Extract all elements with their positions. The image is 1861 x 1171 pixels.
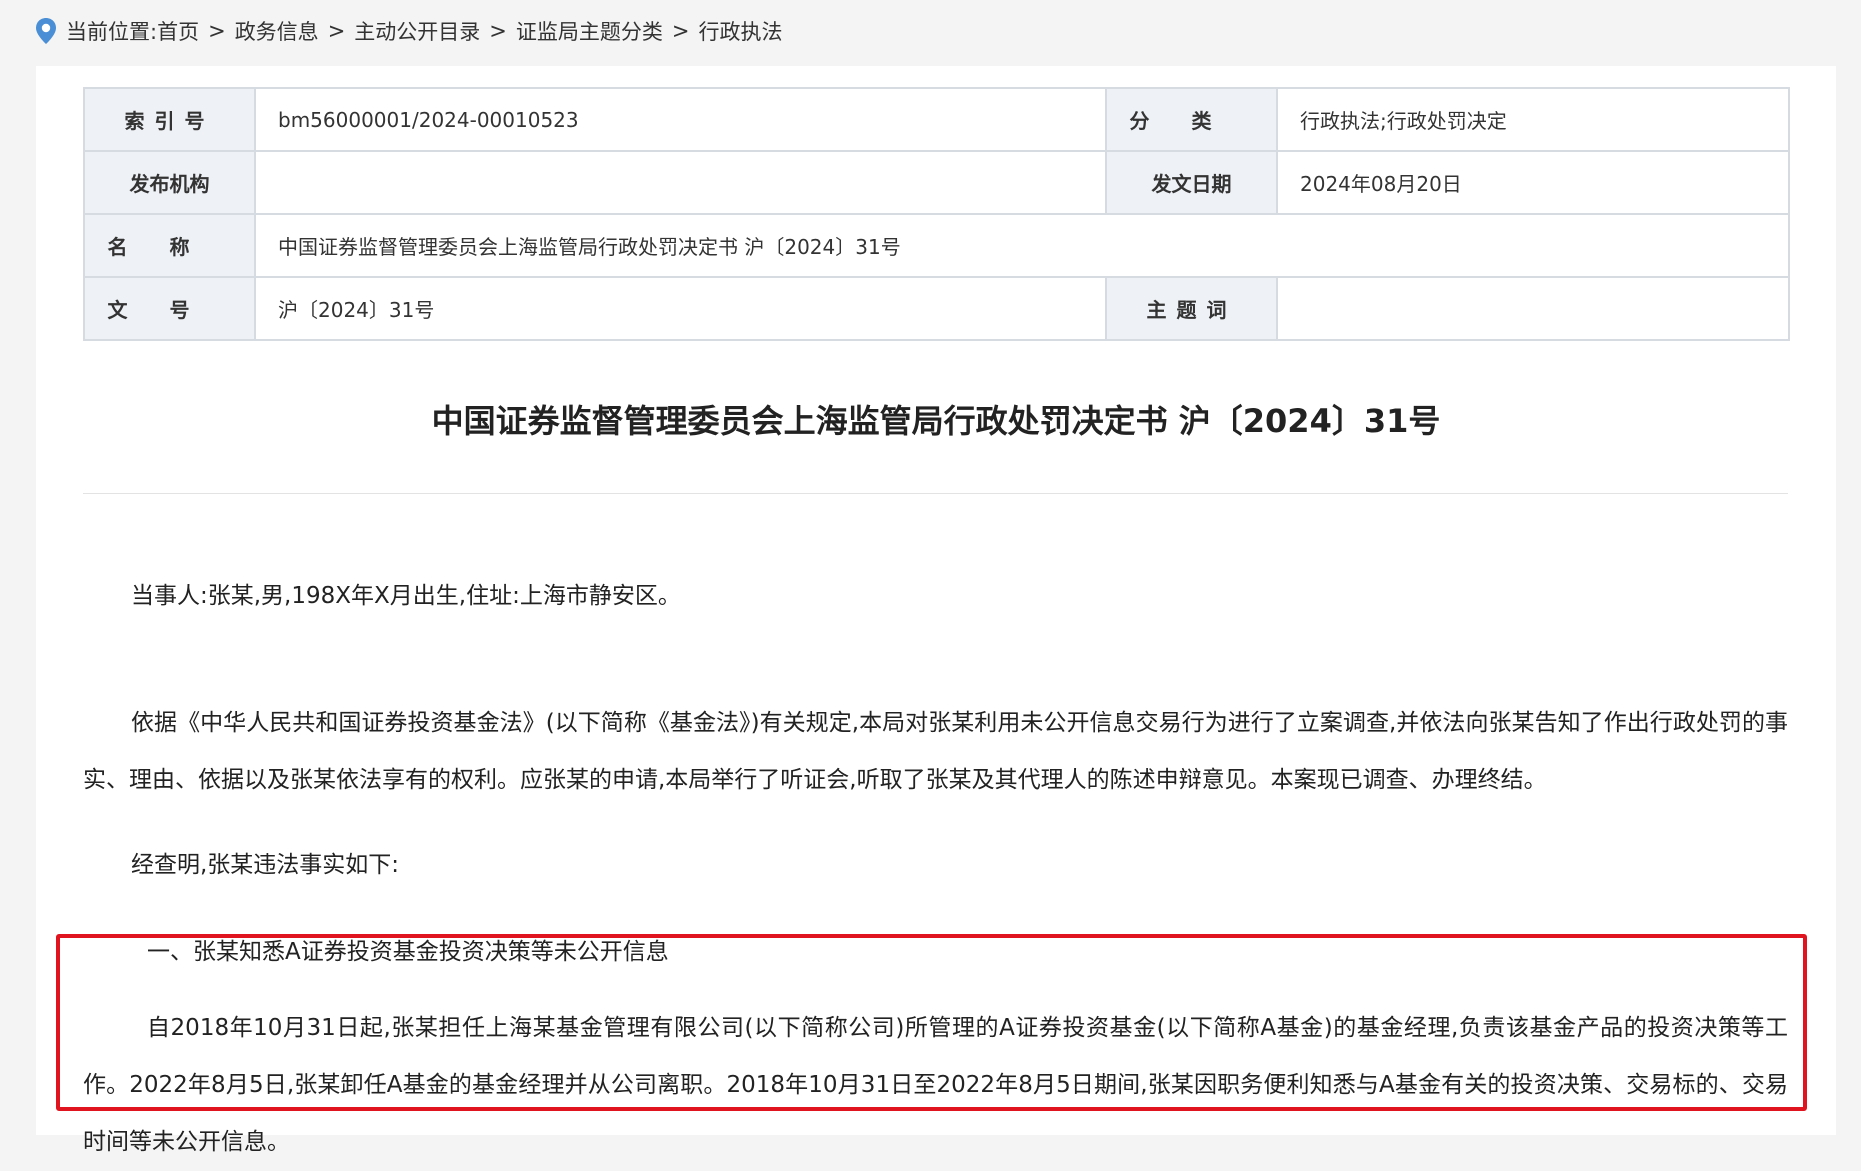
metadata-row: 名称 中国证券监督管理委员会上海监管局行政处罚决定书 沪〔2024〕31号 xyxy=(83,213,1790,278)
breadcrumb: 当前位置: 首页 > 政务信息 > 主动公开目录 > 证监局主题分类 > 行政执… xyxy=(34,14,783,48)
party-paragraph: 当事人:张某,男,198X年X月出生,住址:上海市静安区。 xyxy=(131,583,681,609)
metadata-row: 文号 沪〔2024〕31号 主题词 xyxy=(83,276,1790,341)
breadcrumb-separator: > xyxy=(208,19,226,43)
breadcrumb-separator: > xyxy=(671,19,690,43)
breadcrumb-category-link[interactable]: 证监局主题分类 xyxy=(516,16,663,46)
basis-paragraph: 依据《中华人民共和国证券投资基金法》(以下简称《基金法》)有关规定,本局对张某利… xyxy=(83,710,1788,793)
docno-value: 沪〔2024〕31号 xyxy=(254,276,1107,341)
breadcrumb-prefix: 当前位置: xyxy=(66,20,158,44)
keywords-label: 主题词 xyxy=(1105,276,1278,341)
index-value: bm56000001/2024-00010523 xyxy=(254,87,1107,152)
index-label: 索引号 xyxy=(83,87,256,152)
location-pin-icon xyxy=(36,18,56,44)
breadcrumb-current-link[interactable]: 行政执法 xyxy=(699,16,783,46)
metadata-row: 索引号 bm56000001/2024-00010523 分类 行政执法;行政处… xyxy=(83,87,1790,152)
keywords-value xyxy=(1276,276,1790,341)
document-page: 索引号 bm56000001/2024-00010523 分类 行政执法;行政处… xyxy=(36,66,1836,1155)
name-label: 名称 xyxy=(83,213,256,278)
name-value: 中国证券监督管理委员会上海监管局行政处罚决定书 沪〔2024〕31号 xyxy=(254,213,1790,278)
category-label: 分类 xyxy=(1105,87,1278,152)
breadcrumb-separator: > xyxy=(489,19,507,43)
breadcrumb-separator: > xyxy=(327,19,346,43)
breadcrumb-gov-info-link[interactable]: 政务信息 xyxy=(235,16,319,46)
date-label: 发文日期 xyxy=(1105,150,1278,215)
metadata-table: 索引号 bm56000001/2024-00010523 分类 行政执法;行政处… xyxy=(83,87,1790,341)
title-divider xyxy=(83,493,1788,494)
breadcrumb-directory-link[interactable]: 主动公开目录 xyxy=(354,16,480,46)
facts-paragraph: 自2018年10月31日起,张某担任上海某基金管理有限公司(以下简称公司)所管理… xyxy=(83,1015,1788,1155)
issuer-value xyxy=(254,150,1107,215)
docno-label: 文号 xyxy=(83,276,256,341)
document-title: 中国证券监督管理委员会上海监管局行政处罚决定书 沪〔2024〕31号 xyxy=(431,402,1441,440)
findings-intro-paragraph: 经查明,张某违法事实如下: xyxy=(131,852,400,878)
metadata-row: 发布机构 发文日期 2024年08月20日 xyxy=(83,150,1790,215)
date-value: 2024年08月20日 xyxy=(1276,150,1790,215)
issuer-label: 发布机构 xyxy=(83,150,256,215)
category-value: 行政执法;行政处罚决定 xyxy=(1276,87,1790,152)
breadcrumb-home-link[interactable]: 首页 xyxy=(157,16,199,46)
